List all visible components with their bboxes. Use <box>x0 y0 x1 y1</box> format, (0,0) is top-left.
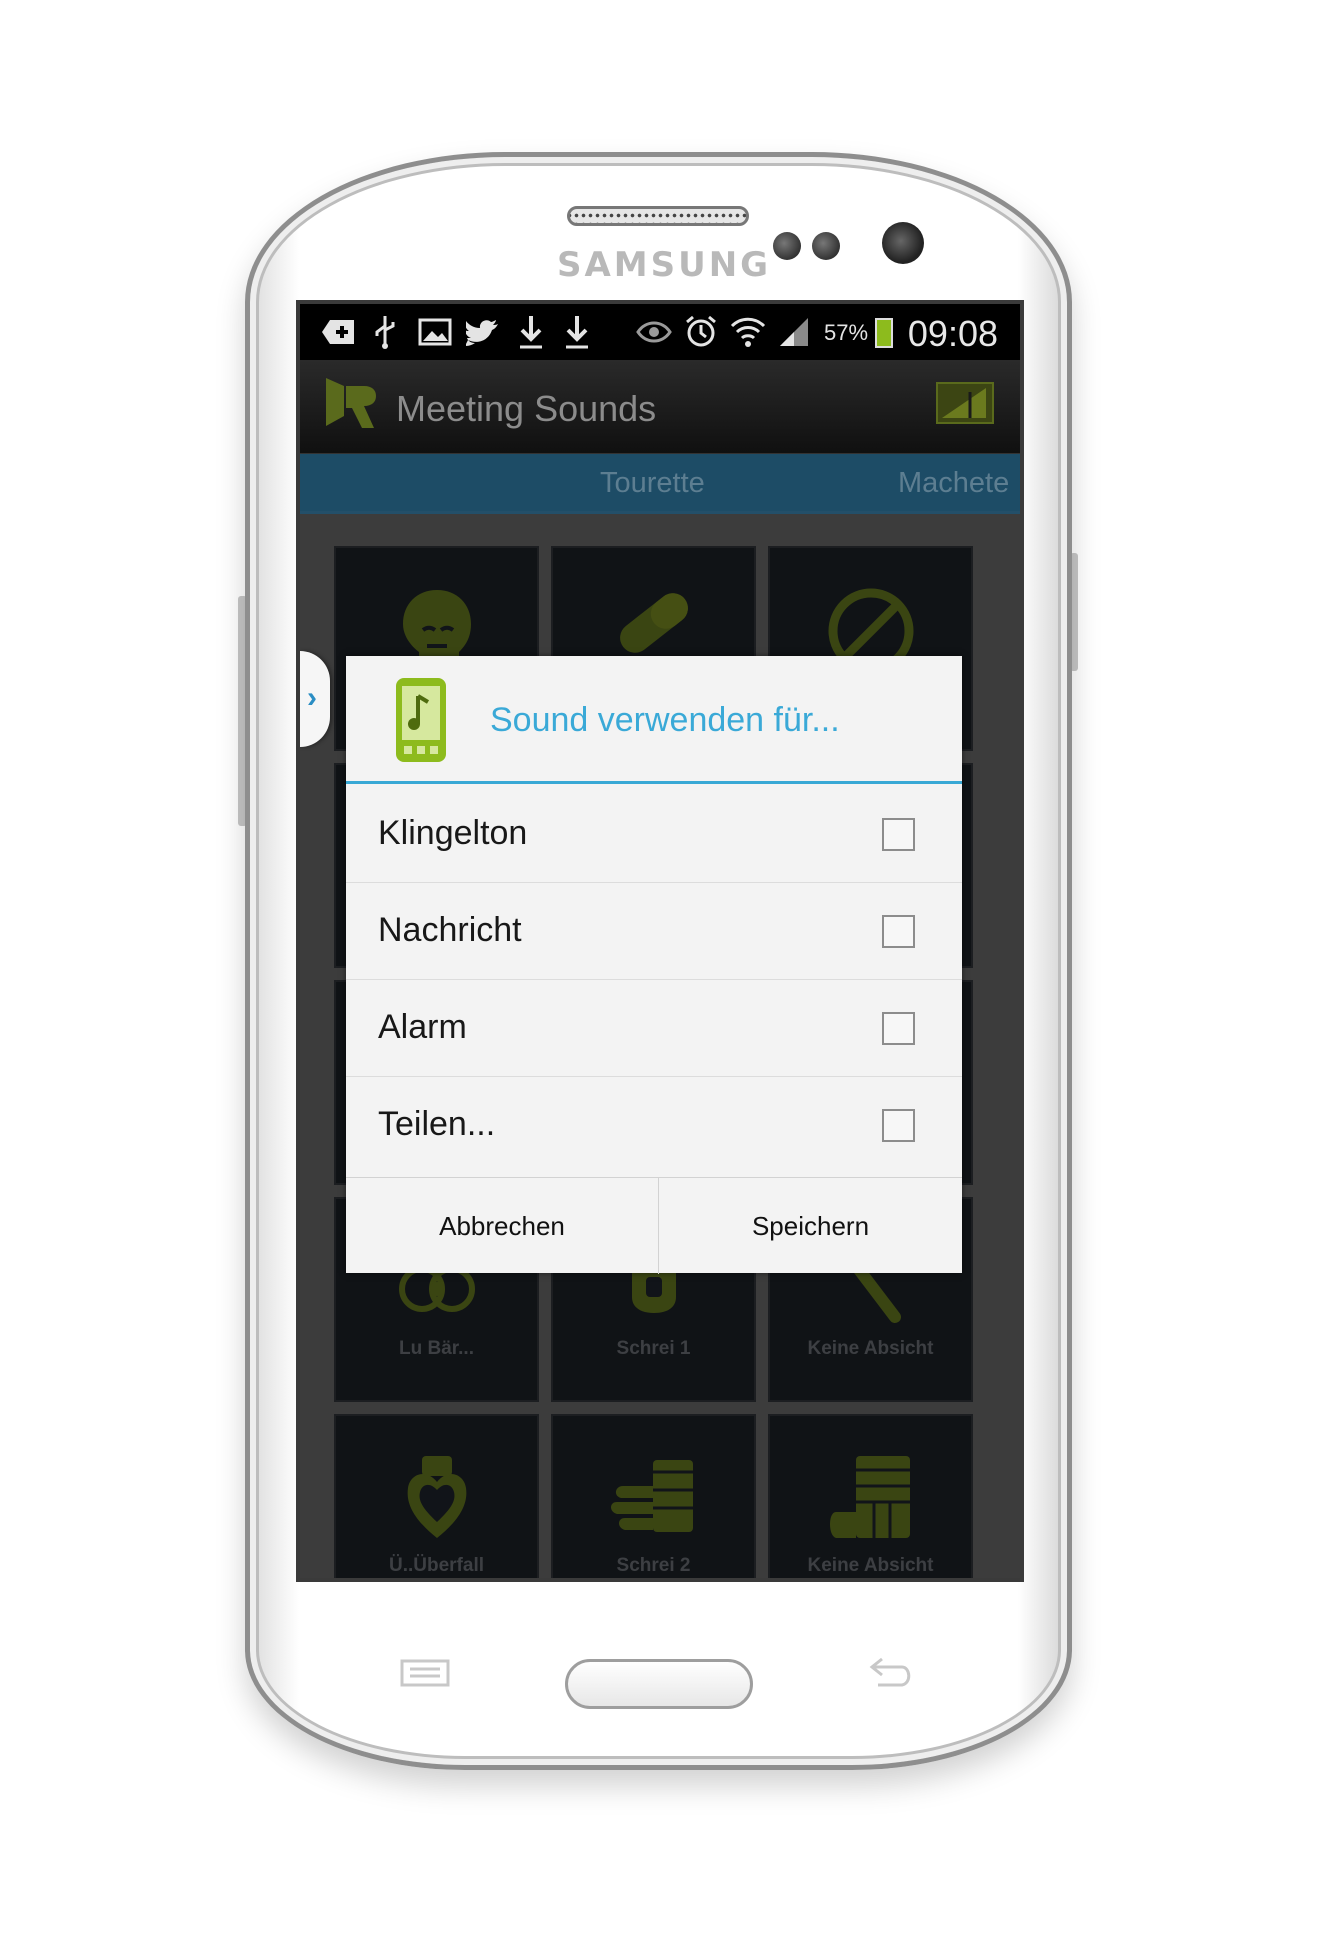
menu-key-icon[interactable] <box>400 1659 450 1687</box>
option-label: Teilen... <box>378 1105 496 1143</box>
back-key-icon[interactable] <box>868 1655 916 1689</box>
option-row-teilen[interactable]: Teilen... <box>346 1078 962 1174</box>
save-button[interactable]: Speichern <box>659 1178 962 1274</box>
download-icon <box>566 316 588 349</box>
volume-icon[interactable] <box>936 382 994 424</box>
option-label: Alarm <box>378 1008 467 1046</box>
usb-icon <box>375 316 395 349</box>
option-checkbox[interactable] <box>882 1012 915 1045</box>
action-bar: Meeting Sounds <box>300 360 1020 454</box>
tab-strip: Tourette Machete <box>300 454 1020 514</box>
signal-icon <box>780 318 808 346</box>
option-row-klingelton[interactable]: Klingelton <box>346 787 962 883</box>
battery-percent: 57% <box>824 320 869 345</box>
dialog-header: Sound verwenden für... <box>346 656 962 784</box>
twitter-icon <box>466 320 498 346</box>
chevron-right-icon: › <box>307 681 317 714</box>
dialog-title: Sound verwenden für... <box>490 701 840 739</box>
drawer-handle[interactable]: › <box>300 651 330 747</box>
tab-machete[interactable]: Machete <box>898 467 1009 500</box>
eye-icon <box>636 321 672 343</box>
proximity-sensor <box>773 232 801 260</box>
front-camera <box>882 222 924 264</box>
download-icon <box>520 316 542 349</box>
sound-usage-dialog: Sound verwenden für... Klingelton Nachri… <box>346 656 962 1274</box>
image-icon <box>418 318 452 346</box>
option-row-nachricht[interactable]: Nachricht <box>346 884 962 980</box>
option-checkbox[interactable] <box>882 1109 915 1142</box>
option-label: Nachricht <box>378 911 522 949</box>
battery-icon <box>875 318 893 348</box>
notification-plus-icon <box>322 320 354 344</box>
earpiece-speaker <box>567 206 749 226</box>
wifi-icon <box>730 317 766 347</box>
option-checkbox[interactable] <box>882 915 915 948</box>
option-label: Klingelton <box>378 814 528 852</box>
option-row-alarm[interactable]: Alarm <box>346 981 962 1077</box>
app-title: Meeting Sounds <box>396 388 657 429</box>
alarm-icon <box>686 315 716 347</box>
cancel-button[interactable]: Abbrechen <box>346 1178 659 1274</box>
tab-tourette[interactable]: Tourette <box>600 467 705 500</box>
dialog-button-bar: Abbrechen Speichern <box>346 1177 962 1274</box>
phone-music-icon <box>396 678 446 762</box>
home-button[interactable] <box>565 1659 753 1709</box>
clock: 09:08 <box>907 313 998 354</box>
status-bar: 57% 09:08 <box>300 304 1020 360</box>
megaphone-app-icon[interactable] <box>322 374 382 432</box>
brand-logo: SAMSUNG <box>557 245 772 285</box>
option-checkbox[interactable] <box>882 818 915 851</box>
light-sensor <box>812 232 840 260</box>
